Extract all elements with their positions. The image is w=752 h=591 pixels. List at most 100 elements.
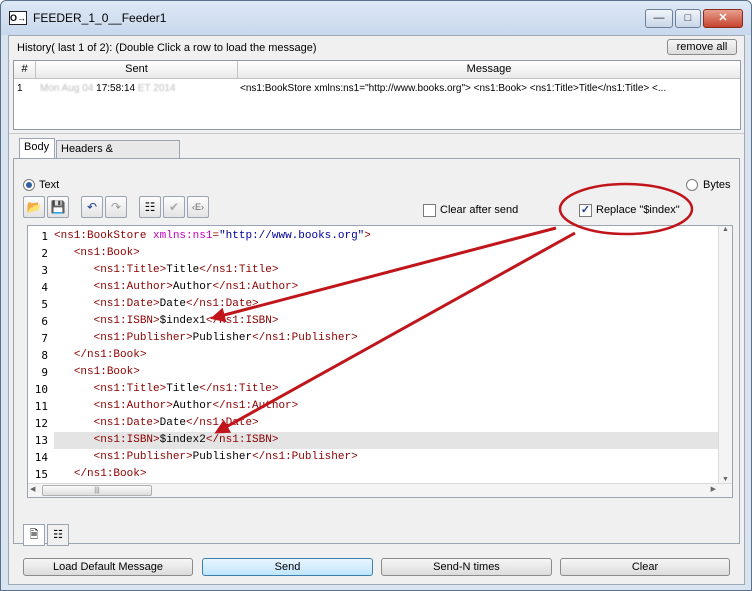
- code-line[interactable]: <ns1:Book>: [54, 364, 724, 381]
- line-number: 4: [41, 281, 48, 294]
- code-token: </ns1:ISBN>: [205, 315, 279, 327]
- minimize-button[interactable]: —: [645, 9, 673, 28]
- code-token: <ns1:Title>: [93, 264, 167, 276]
- code-token: </ns1:Book>: [73, 468, 147, 480]
- row-index: 1: [17, 83, 23, 94]
- code-token: Publisher: [192, 332, 253, 344]
- code-token: <ns1:Author>: [93, 281, 173, 293]
- scroll-right-icon[interactable]: ▶: [711, 485, 716, 493]
- code-token: xmlns:ns1: [153, 230, 213, 242]
- maximize-button[interactable]: □: [675, 9, 701, 28]
- code-line[interactable]: <ns1:Publisher>Publisher</ns1:Publisher>: [54, 449, 724, 466]
- line-number: 13: [34, 434, 48, 447]
- code-line[interactable]: <ns1:Author>Author</ns1:Author>: [54, 398, 724, 415]
- scroll-up-icon[interactable]: ▲: [719, 226, 732, 233]
- code-token: <ns1:Publisher>: [93, 332, 193, 344]
- code-token: </ns1:Author>: [212, 400, 299, 412]
- clear-button[interactable]: Clear: [560, 558, 730, 576]
- code-token: $index1: [159, 315, 206, 327]
- code-token: <ns1:Date>: [93, 298, 160, 310]
- code-line[interactable]: <ns1:Publisher>Publisher</ns1:Publisher>: [54, 330, 724, 347]
- sent-tz-obscured: ET 2014: [137, 83, 176, 94]
- code-token: </ns1:Title>: [199, 383, 279, 395]
- hscroll-thumb[interactable]: |||: [42, 485, 152, 496]
- send-button[interactable]: Send: [202, 558, 373, 576]
- scroll-down-icon[interactable]: ▼: [719, 476, 732, 483]
- sent-time: 17:58:14: [96, 83, 136, 94]
- code-token: Date: [159, 298, 187, 310]
- code-token: </ns1:Book>: [73, 349, 147, 361]
- bytes-radio[interactable]: [686, 179, 698, 191]
- code-token: <ns1:Title>: [93, 383, 167, 395]
- bytes-radio-label: Bytes: [703, 179, 731, 191]
- line-number-gutter: 12345678910111213141516: [28, 226, 49, 497]
- tab-body[interactable]: Body: [19, 138, 55, 159]
- code-token: "http://www.books.org": [219, 230, 365, 242]
- column-header-sent[interactable]: Sent: [36, 61, 238, 79]
- editor-horizontal-scrollbar[interactable]: ◀ ||| ▶: [28, 483, 732, 497]
- clear-after-send-checkbox[interactable]: [423, 204, 436, 217]
- replace-index-checkbox[interactable]: ✓: [579, 204, 592, 217]
- text-view-tab-icon[interactable]: 🗎: [23, 524, 45, 546]
- remove-all-button[interactable]: remove all: [667, 39, 737, 55]
- line-number: 10: [34, 383, 48, 396]
- code-line[interactable]: <ns1:ISBN>$index1</ns1:ISBN>: [54, 313, 724, 330]
- close-button[interactable]: ✕: [703, 9, 743, 28]
- send-n-times-button[interactable]: Send-N times: [381, 558, 552, 576]
- text-radio[interactable]: [23, 179, 35, 191]
- open-file-icon[interactable]: 📂: [23, 196, 45, 218]
- xml-escape-icon[interactable]: ‹E›: [187, 196, 209, 218]
- row-message: <ns1:BookStore xmlns:ns1="http://www.boo…: [240, 83, 667, 94]
- line-number: 7: [41, 332, 48, 345]
- feeder-window: O→ FEEDER_1_0__Feeder1 — □ ✕ History( la…: [0, 0, 752, 591]
- column-header-message[interactable]: Message: [238, 61, 740, 79]
- code-token: </ns1:Publisher>: [252, 332, 358, 344]
- code-token: Title: [166, 383, 200, 395]
- code-token: <ns1:Date>: [93, 417, 160, 429]
- code-line[interactable]: <ns1:Title>Title</ns1:Title>: [54, 262, 724, 279]
- save-icon[interactable]: 💾: [47, 196, 69, 218]
- validate-icon[interactable]: ✔: [163, 196, 185, 218]
- line-number: 15: [34, 468, 48, 481]
- code-token: >: [364, 230, 371, 242]
- history-table: # Sent Message 1 Mon Aug 04 17:58:14 ET …: [13, 60, 741, 130]
- code-line[interactable]: <ns1:Book>: [54, 245, 724, 262]
- code-token: </ns1:Date>: [186, 417, 259, 429]
- code-token: Date: [159, 417, 187, 429]
- code-line[interactable]: <ns1:Author>Author</ns1:Author>: [54, 279, 724, 296]
- line-number: 8: [41, 349, 48, 362]
- title-bar[interactable]: O→ FEEDER_1_0__Feeder1 — □ ✕: [1, 1, 751, 35]
- code-token: </ns1:Publisher>: [252, 451, 358, 463]
- code-token: </ns1:Author>: [212, 281, 299, 293]
- row-sent: Mon Aug 04 17:58:14 ET 2014: [40, 82, 236, 97]
- code-line[interactable]: <ns1:Title>Title</ns1:Title>: [54, 381, 724, 398]
- line-number: 5: [41, 298, 48, 311]
- code-line[interactable]: <ns1:BookStore xmlns:ns1="http://www.boo…: [54, 228, 724, 245]
- code-line[interactable]: <ns1:Date>Date</ns1:Date>: [54, 296, 724, 313]
- load-default-message-button[interactable]: Load Default Message: [23, 558, 193, 576]
- sent-date-obscured: Mon Aug 04: [40, 83, 94, 94]
- code-token: $index2: [159, 434, 206, 446]
- code-line[interactable]: </ns1:Book>: [54, 347, 724, 364]
- code-token: <ns1:Book>: [73, 247, 140, 259]
- line-number: 11: [34, 400, 48, 413]
- editor-vertical-scrollbar[interactable]: ▲ ▼: [718, 226, 732, 483]
- undo-icon[interactable]: ↶: [81, 196, 103, 218]
- column-header-index[interactable]: #: [14, 61, 36, 79]
- tab-headers-attachments[interactable]: Headers & Attachments: [56, 140, 180, 172]
- history-label: History( last 1 of 2): (Double Click a r…: [17, 42, 317, 54]
- code-token: <ns1:BookStore: [54, 230, 154, 242]
- split-divider[interactable]: [9, 133, 744, 137]
- code-line[interactable]: </ns1:Book>: [54, 466, 724, 483]
- redo-icon[interactable]: ↷: [105, 196, 127, 218]
- code-line[interactable]: <ns1:Date>Date</ns1:Date>: [54, 415, 724, 432]
- code-line[interactable]: <ns1:ISBN>$index2</ns1:ISBN>: [54, 432, 724, 449]
- text-radio-label: Text: [39, 179, 60, 191]
- line-number: 12: [34, 417, 48, 430]
- xml-editor[interactable]: 12345678910111213141516 <ns1:BookStore x…: [27, 225, 733, 498]
- code-token: <ns1:Book>: [73, 366, 140, 378]
- scroll-left-icon[interactable]: ◀: [30, 485, 35, 493]
- tree-view-tab-icon[interactable]: ☷: [47, 524, 69, 546]
- format-xml-icon[interactable]: ☷: [139, 196, 161, 218]
- code-token: Author: [172, 400, 213, 412]
